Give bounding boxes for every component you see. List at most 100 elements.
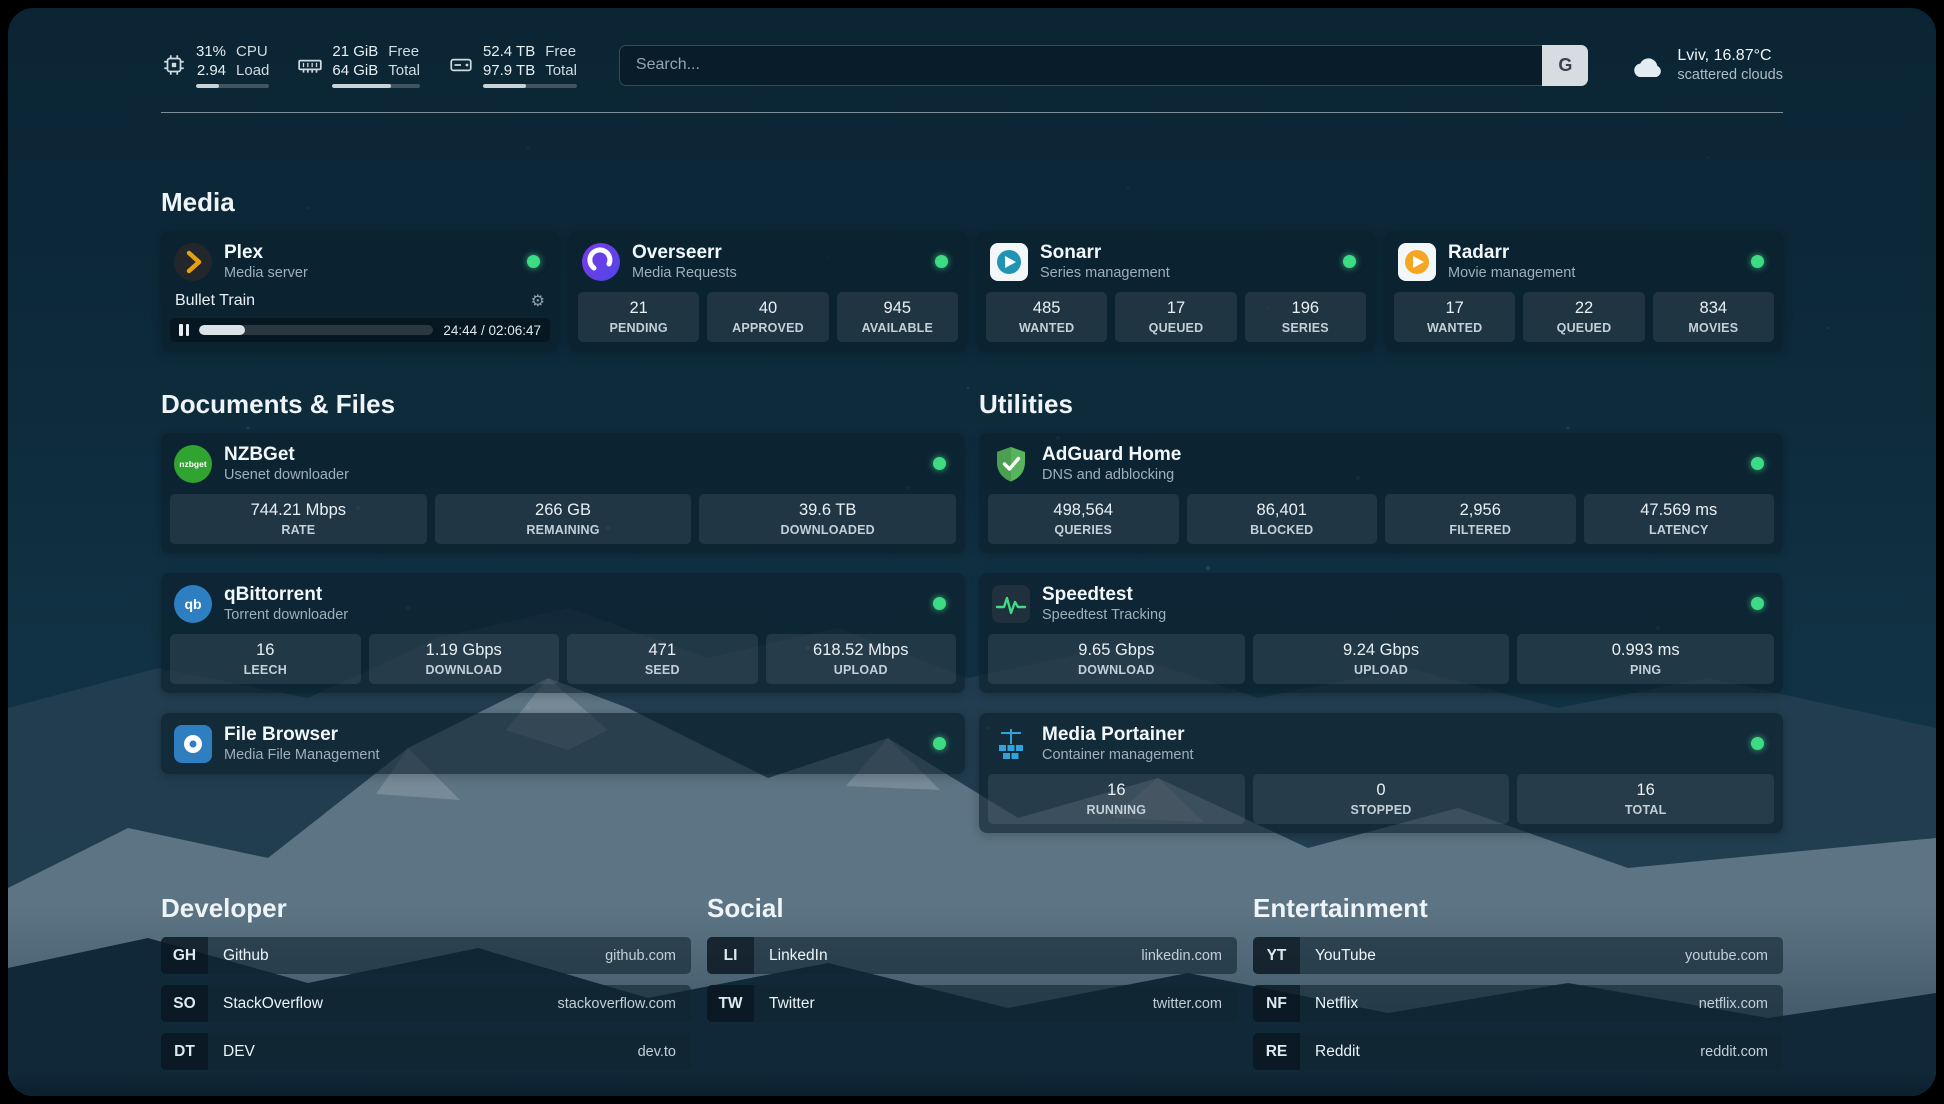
qbittorrent-service-link[interactable]: qb qBittorrent Torrent downloader — [170, 582, 956, 625]
bookmark-abbr: GH — [161, 937, 208, 974]
settings-gear-icon[interactable]: ⚙ — [531, 291, 545, 311]
radarr-service-link[interactable]: Radarr Movie management — [1394, 240, 1774, 283]
qbittorrent-icon: qb — [174, 585, 212, 623]
stat-upload: 9.24 Gbps UPLOAD — [1253, 634, 1510, 684]
service-title: qBittorrent — [224, 584, 348, 605]
section-title-utilities: Utilities — [979, 389, 1783, 419]
bookmark-abbr: YT — [1253, 937, 1300, 974]
bookmarks-developer: Developer GH Github github.com SO StackO… — [161, 893, 691, 1070]
svg-text:qb: qb — [184, 596, 201, 612]
service-title: Radarr — [1448, 242, 1575, 263]
bookmark-url: stackoverflow.com — [558, 996, 676, 1012]
bookmark-twitter[interactable]: TW Twitter twitter.com — [707, 985, 1237, 1022]
stat-remaining: 266 GB REMAINING — [435, 494, 692, 544]
bookmark-name: YouTube — [1315, 947, 1376, 965]
memory-total-label: Total — [388, 61, 420, 80]
disk-total-value: 97.9 TB — [483, 61, 535, 80]
cpu-widget: 31% 2.94 CPU Load — [161, 42, 269, 88]
service-card-adguard: AdGuard Home DNS and adblocking 498,564 … — [979, 433, 1783, 553]
stat-seed: 471 SEED — [567, 634, 758, 684]
nzbget-service-link[interactable]: nzbget NZBGet Usenet downloader — [170, 442, 956, 485]
bookmark-url: reddit.com — [1700, 1044, 1768, 1060]
speedtest-service-link[interactable]: Speedtest Speedtest Tracking — [988, 582, 1774, 625]
plex-player-bar: 24:44 / 02:06:47 — [170, 318, 550, 342]
service-title: Overseerr — [632, 242, 737, 263]
cpu-usage-bar — [196, 84, 269, 88]
sonarr-service-link[interactable]: Sonarr Series management — [986, 240, 1366, 283]
plex-service-link[interactable]: Plex Media server — [170, 240, 550, 283]
status-dot — [1751, 457, 1764, 470]
stat-queued: 22 QUEUED — [1523, 292, 1644, 342]
stat-movies: 834 MOVIES — [1653, 292, 1774, 342]
search-input[interactable] — [619, 45, 1543, 86]
bookmark-name: LinkedIn — [769, 947, 828, 965]
disk-total-label: Total — [545, 61, 577, 80]
disk-usage-bar — [483, 84, 577, 88]
adguard-service-link[interactable]: AdGuard Home DNS and adblocking — [988, 442, 1774, 485]
bookmark-abbr: TW — [707, 985, 754, 1022]
stat-rate: 744.21 Mbps RATE — [170, 494, 427, 544]
playback-progress-bar[interactable] — [199, 325, 433, 335]
stat-approved: 40 APPROVED — [707, 292, 828, 342]
stat-download: 1.19 Gbps DOWNLOAD — [369, 634, 560, 684]
bookmark-url: netflix.com — [1699, 996, 1768, 1012]
bookmark-youtube[interactable]: YT YouTube youtube.com — [1253, 937, 1783, 974]
status-dot — [935, 255, 948, 268]
service-title: Plex — [224, 242, 308, 263]
section-title-media: Media — [161, 187, 1783, 217]
stat-available: 945 AVAILABLE — [837, 292, 958, 342]
memory-free-label: Free — [388, 42, 420, 61]
stat-blocked: 86,401 BLOCKED — [1187, 494, 1378, 544]
dashboard-screen: 31% 2.94 CPU Load — [8, 8, 1936, 1096]
bookmark-linkedin[interactable]: LI LinkedIn linkedin.com — [707, 937, 1237, 974]
service-card-speedtest: Speedtest Speedtest Tracking 9.65 Gbps D… — [979, 573, 1783, 693]
status-dot — [1751, 597, 1764, 610]
service-card-radarr: Radarr Movie management 17 WANTED 22 QUE… — [1385, 231, 1783, 351]
dashboard-content: 31% 2.94 CPU Load — [8, 42, 1936, 1070]
service-subtitle: Container management — [1042, 747, 1194, 763]
memory-free-value: 21 GiB — [332, 42, 378, 61]
service-card-portainer: Media Portainer Container management 16 … — [979, 713, 1783, 833]
bookmark-url: dev.to — [638, 1044, 676, 1060]
bookmarks-grid: Developer GH Github github.com SO StackO… — [161, 893, 1783, 1070]
stat-upload: 618.52 Mbps UPLOAD — [766, 634, 957, 684]
bookmark-github[interactable]: GH Github github.com — [161, 937, 691, 974]
service-subtitle: Media File Management — [224, 747, 380, 763]
pause-button[interactable] — [179, 324, 189, 336]
service-subtitle: Torrent downloader — [224, 607, 348, 623]
bookmark-name: Github — [223, 947, 269, 965]
service-title: AdGuard Home — [1042, 444, 1181, 465]
portainer-service-link[interactable]: Media Portainer Container management — [988, 722, 1774, 765]
service-title: Sonarr — [1040, 242, 1170, 263]
bookmark-netflix[interactable]: NF Netflix netflix.com — [1253, 985, 1783, 1022]
bookmarks-entertainment: Entertainment YT YouTube youtube.com NF … — [1253, 893, 1783, 1070]
status-dot — [933, 737, 946, 750]
service-card-qbittorrent: qb qBittorrent Torrent downloader 16 LEE… — [161, 573, 965, 693]
service-stats: 485 WANTED 17 QUEUED 196 SERIES — [986, 283, 1366, 342]
service-stats: 9.65 Gbps DOWNLOAD 9.24 Gbps UPLOAD 0.99… — [988, 625, 1774, 684]
stat-download: 9.65 Gbps DOWNLOAD — [988, 634, 1245, 684]
filebrowser-service-link[interactable]: File Browser Media File Management — [170, 722, 956, 765]
bookmark-abbr: NF — [1253, 985, 1300, 1022]
stat-total: 16 TOTAL — [1517, 774, 1774, 824]
bookmark-stackoverflow[interactable]: SO StackOverflow stackoverflow.com — [161, 985, 691, 1022]
section-title-documents: Documents & Files — [161, 389, 965, 419]
search-engine-button[interactable]: G — [1542, 45, 1588, 86]
stat-running: 16 RUNNING — [988, 774, 1245, 824]
media-card-grid: Plex Media server Bullet Train ⚙ 24:44 /… — [161, 231, 1783, 351]
bookmark-reddit[interactable]: RE Reddit reddit.com — [1253, 1033, 1783, 1070]
stat-wanted: 485 WANTED — [986, 292, 1107, 342]
overseerr-service-link[interactable]: Overseerr Media Requests — [578, 240, 958, 283]
stat-filtered: 2,956 FILTERED — [1385, 494, 1576, 544]
documents-column: Documents & Files nzbget NZBGet Usenet d… — [161, 389, 965, 774]
service-subtitle: Media Requests — [632, 265, 737, 281]
cpu-percent-label: CPU — [236, 42, 269, 61]
status-dot — [1751, 255, 1764, 268]
sonarr-icon — [990, 243, 1028, 281]
speedtest-icon — [992, 585, 1030, 623]
bookmark-dev[interactable]: DT DEV dev.to — [161, 1033, 691, 1070]
section-title-developer: Developer — [161, 893, 691, 923]
service-subtitle: Media server — [224, 265, 308, 281]
weather-condition: scattered clouds — [1677, 66, 1783, 84]
disk-free-value: 52.4 TB — [483, 42, 535, 61]
